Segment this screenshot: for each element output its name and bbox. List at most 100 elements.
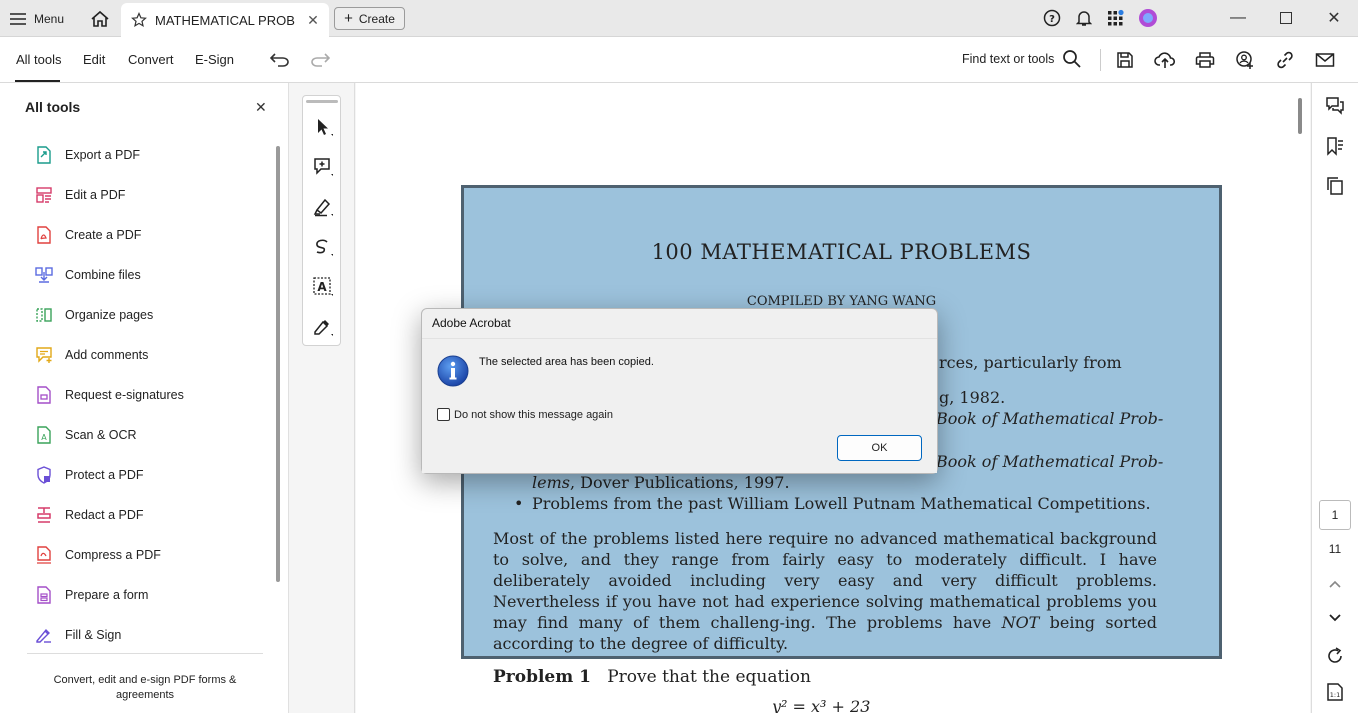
printer-icon xyxy=(1195,52,1215,68)
ok-button[interactable]: OK xyxy=(837,435,922,461)
tool-organize-pages[interactable]: Organize pages xyxy=(35,304,153,326)
help-button[interactable]: ? xyxy=(1036,0,1068,36)
text-select-tool-button[interactable]: A xyxy=(311,275,335,299)
tool-label: Prepare a form xyxy=(65,588,149,602)
scan-ocr-icon: A xyxy=(35,426,53,444)
document-tab[interactable]: MATHEMATICAL PROB... ✕ xyxy=(121,3,329,37)
tool-scan-ocr[interactable]: A Scan & OCR xyxy=(35,424,137,446)
current-page-input[interactable]: 1 xyxy=(1319,500,1351,530)
tool-fill-sign[interactable]: Fill & Sign xyxy=(35,624,121,646)
pages-panel-button[interactable] xyxy=(1324,175,1346,197)
undo-icon xyxy=(270,53,289,67)
tool-compress-pdf[interactable]: Compress a PDF xyxy=(35,544,161,566)
star-icon[interactable] xyxy=(131,12,147,28)
panel-scrollbar[interactable] xyxy=(276,146,280,582)
dont-show-again-checkbox[interactable]: Do not show this message again xyxy=(437,408,613,421)
tab-title: MATHEMATICAL PROB... xyxy=(155,12,295,28)
create-button[interactable]: + Create xyxy=(334,7,405,30)
share-user-icon xyxy=(1236,51,1253,69)
tool-combine-files[interactable]: Combine files xyxy=(35,264,141,286)
email-button[interactable] xyxy=(1310,47,1340,73)
save-button[interactable] xyxy=(1110,47,1140,73)
tab-edit[interactable]: Edit xyxy=(83,52,105,67)
home-icon xyxy=(91,10,109,27)
tool-label: Fill & Sign xyxy=(65,628,122,642)
copy-link-button[interactable] xyxy=(1270,47,1300,73)
text-box-icon: A xyxy=(313,277,333,296)
create-pdf-icon xyxy=(35,226,53,244)
bookmark-icon xyxy=(1327,137,1343,156)
sign-tool-button[interactable] xyxy=(311,315,335,339)
undo-button[interactable] xyxy=(269,50,291,70)
home-button[interactable] xyxy=(88,7,112,31)
paragraph-emphasis: NOT xyxy=(1001,613,1040,632)
bullet-point: • xyxy=(514,494,524,513)
comments-panel-button[interactable] xyxy=(1324,95,1346,117)
text-line: Book of Mathematical Prob- xyxy=(936,452,1164,471)
info-icon xyxy=(437,355,469,387)
tool-label: Combine files xyxy=(65,268,141,282)
highlight-tool-button[interactable] xyxy=(311,195,335,219)
hamburger-icon xyxy=(10,13,26,25)
add-comment-tool-button[interactable] xyxy=(311,155,335,179)
actual-size-button[interactable]: 1:1 xyxy=(1324,681,1346,703)
search-icon[interactable] xyxy=(1062,49,1082,69)
tool-request-esignatures[interactable]: Request e-signatures xyxy=(35,384,184,406)
tool-label: Create a PDF xyxy=(65,228,142,242)
problem-text: Prove that the equation xyxy=(607,667,811,687)
menu-label: Menu xyxy=(34,12,65,26)
active-tab-indicator xyxy=(15,80,60,82)
upload-button[interactable] xyxy=(1150,47,1180,73)
print-button[interactable] xyxy=(1190,47,1220,73)
protect-pdf-icon xyxy=(35,466,53,484)
toolbar-separator xyxy=(1100,49,1101,71)
select-tool-button[interactable] xyxy=(311,115,335,139)
draw-tool-button[interactable] xyxy=(311,235,335,259)
tool-redact-pdf[interactable]: Redact a PDF xyxy=(35,504,144,526)
bookmarks-panel-button[interactable] xyxy=(1324,135,1346,157)
tool-prepare-form[interactable]: Prepare a form xyxy=(35,584,148,606)
link-icon xyxy=(1277,51,1293,69)
fill-sign-icon xyxy=(35,626,53,644)
rotate-button[interactable] xyxy=(1324,645,1346,667)
tool-create-pdf[interactable]: Create a PDF xyxy=(35,224,141,246)
svg-text:1:1: 1:1 xyxy=(1330,691,1340,699)
save-icon xyxy=(1117,52,1133,68)
checkbox-box[interactable] xyxy=(437,408,450,421)
copy-pages-icon xyxy=(1327,177,1343,195)
document-scrollbar[interactable] xyxy=(1298,98,1302,134)
tool-protect-pdf[interactable]: Protect a PDF xyxy=(35,464,144,486)
find-text-or-tools[interactable]: Find text or tools xyxy=(962,52,1054,66)
svg-text:A: A xyxy=(317,280,327,294)
minimize-button[interactable]: — xyxy=(1214,0,1262,36)
text-line: Problems from the past William Lowell Pu… xyxy=(532,494,1151,513)
prepare-form-icon xyxy=(35,586,53,604)
problem-label: Problem 1 xyxy=(493,667,591,687)
comments-icon xyxy=(1326,97,1344,115)
tool-export-pdf[interactable]: Export a PDF xyxy=(35,144,140,166)
svg-text:?: ? xyxy=(1049,14,1055,25)
tab-all-tools[interactable]: All tools xyxy=(16,52,62,67)
menu-button[interactable]: Menu xyxy=(10,8,64,30)
redo-button[interactable] xyxy=(309,50,331,70)
panel-close-icon[interactable]: ✕ xyxy=(255,99,267,116)
tool-edit-pdf[interactable]: Edit a PDF xyxy=(35,184,125,206)
next-page-button[interactable] xyxy=(1324,607,1346,629)
mail-icon xyxy=(1315,53,1335,67)
plus-icon: + xyxy=(344,10,353,27)
strip-drag-handle[interactable] xyxy=(306,100,338,103)
tool-add-comments[interactable]: Add comments xyxy=(35,344,148,366)
tab-esign[interactable]: E-Sign xyxy=(195,52,234,67)
share-user-button[interactable] xyxy=(1230,47,1260,73)
tab-close-icon[interactable]: ✕ xyxy=(303,12,323,29)
notifications-button[interactable] xyxy=(1068,0,1100,36)
tool-label: Redact a PDF xyxy=(65,508,144,522)
profile-button[interactable] xyxy=(1132,0,1164,36)
maximize-button[interactable] xyxy=(1262,0,1310,36)
tab-convert[interactable]: Convert xyxy=(128,52,174,67)
close-window-button[interactable]: ✕ xyxy=(1310,0,1358,36)
previous-page-button[interactable] xyxy=(1324,573,1346,595)
problem-heading: Problem 1 Prove that the equation xyxy=(493,667,811,687)
apps-button[interactable] xyxy=(1100,0,1132,36)
comment-add-icon xyxy=(314,158,333,176)
